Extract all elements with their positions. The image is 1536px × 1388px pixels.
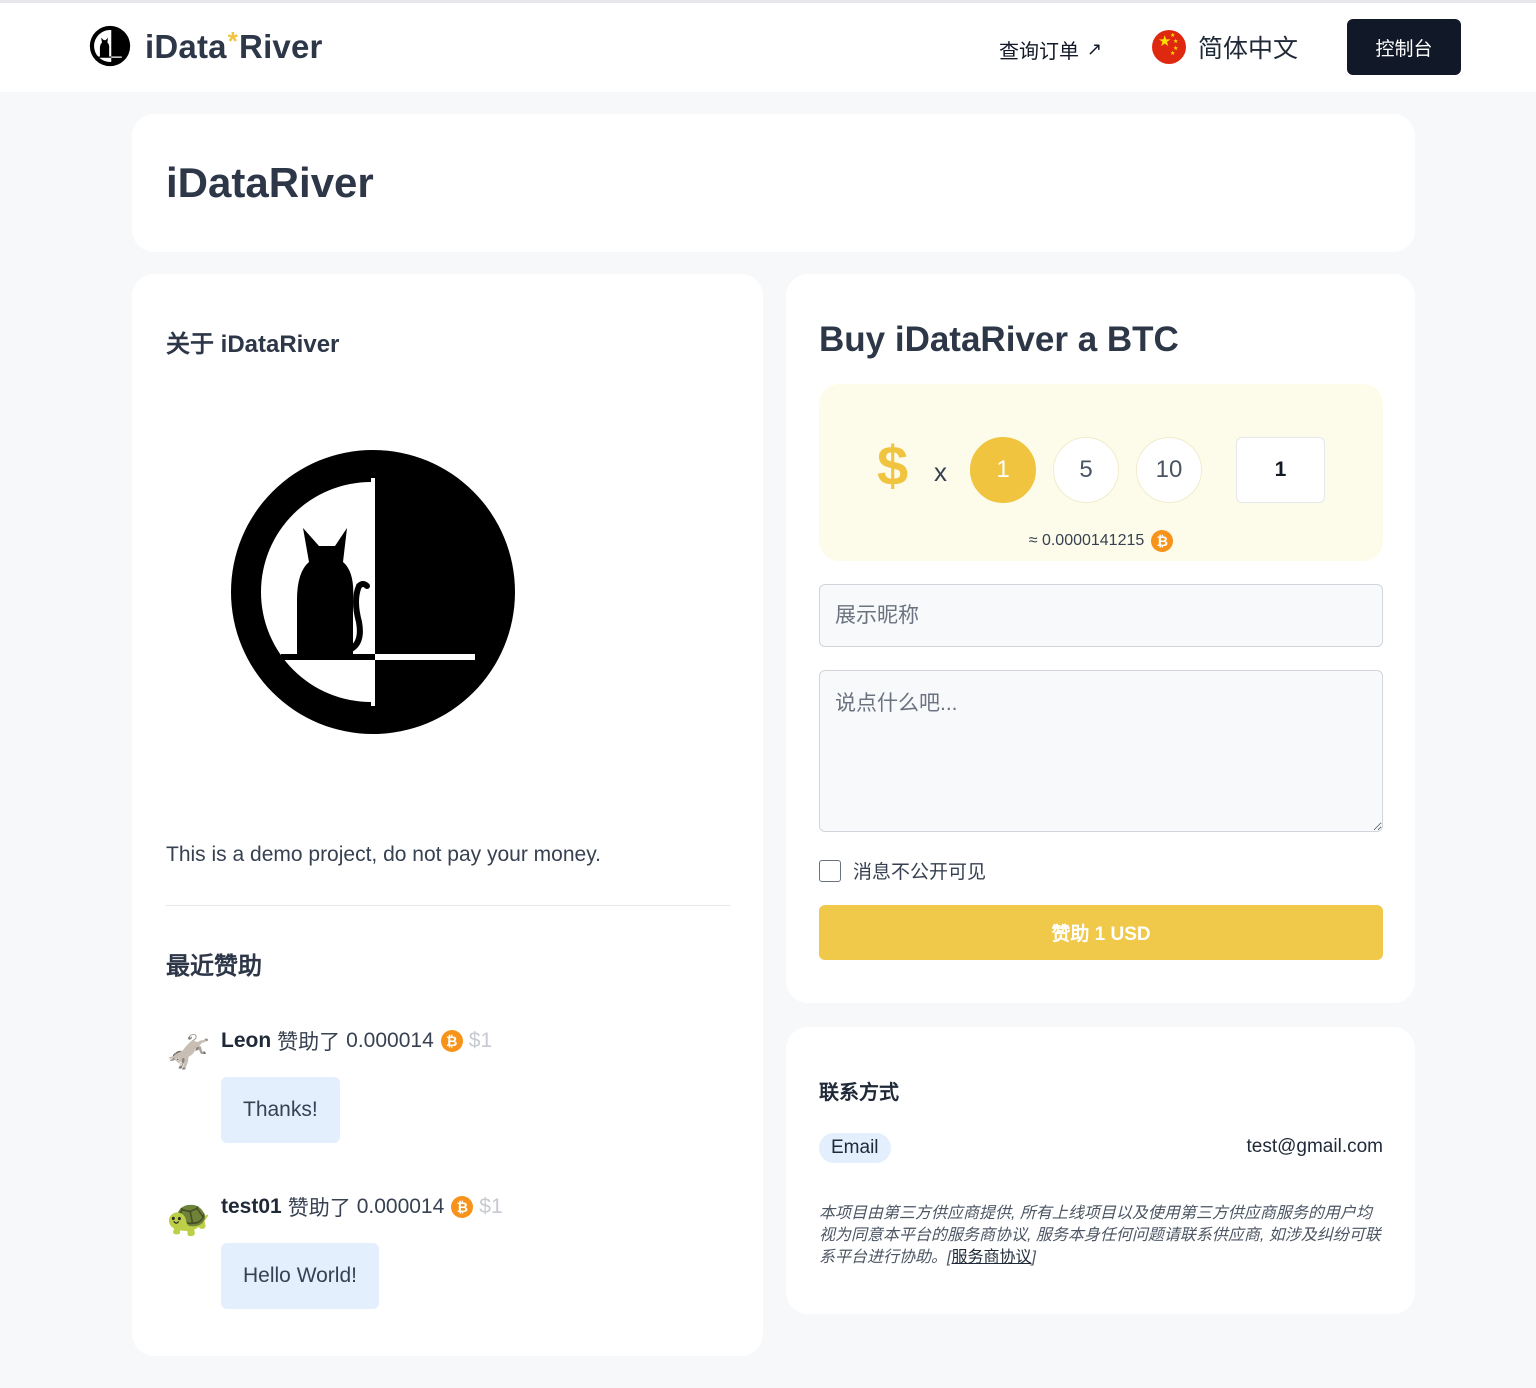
bitcoin-icon: ₿ <box>1151 530 1174 552</box>
sponsor-usd: $1 <box>479 1195 503 1218</box>
page-title: iDataRiver <box>166 159 374 206</box>
sponsor-amount: 0.000014 <box>346 1029 434 1052</box>
about-description: This is a demo project, do not pay your … <box>166 843 601 866</box>
china-flag-icon: ★ ★ ★ ★ ★ <box>1152 30 1186 64</box>
btc-estimate-value: ≈ 0.0000141215 <box>1028 532 1145 549</box>
service-agreement-link[interactable]: 服务商协议 <box>951 1249 1031 1266</box>
console-button[interactable]: 控制台 <box>1347 19 1461 75</box>
contact-title: 联系方式 <box>819 1082 899 1104</box>
external-arrow-icon: ↗ <box>1087 39 1103 59</box>
agreement-bracket-close: ] <box>1031 1249 1036 1266</box>
message-input[interactable] <box>819 670 1383 832</box>
private-checkbox[interactable]: 消息不公开可见 <box>819 857 986 884</box>
divider <box>166 905 730 906</box>
about-card: 关于 iDataRiver This is a demo project, do… <box>132 274 763 1356</box>
sponsor-message: Hello World! <box>221 1243 379 1309</box>
sponsor-name: Leon <box>221 1029 272 1052</box>
sponsor-amount: 0.000014 <box>356 1195 445 1218</box>
preset-10-button[interactable]: 10 <box>1136 437 1202 503</box>
nickname-input[interactable] <box>819 584 1383 647</box>
sponsor-line: test01 赞助了 0.000014 ₿ $1 <box>221 1192 503 1222</box>
sponsor-usd: $1 <box>468 1029 493 1052</box>
email-value[interactable]: test@gmail.com <box>1247 1136 1384 1158</box>
multiply-sign: x <box>934 457 947 487</box>
turtle-avatar-icon: 🐢 <box>166 1197 211 1238</box>
disclaimer: 本项目由第三方供应商提供, 所有上线项目以及使用第三方供应商服务的用户均视为同意… <box>819 1203 1383 1269</box>
quantity-input[interactable] <box>1236 437 1325 503</box>
disclaimer-text: 本项目由第三方供应商提供, 所有上线项目以及使用第三方供应商服务的用户均视为同意… <box>819 1205 1381 1266</box>
buy-title: Buy iDataRiver a BTC <box>819 320 1179 359</box>
bitcoin-icon: ₿ <box>451 1196 474 1218</box>
sponsor-name: test01 <box>221 1195 282 1218</box>
private-label: 消息不公开可见 <box>853 862 987 883</box>
sponsor-action: 赞助了 <box>277 1031 341 1054</box>
sponsor-line: Leon 赞助了 0.000014 ₿ $1 <box>221 1026 492 1056</box>
checkbox-icon[interactable] <box>819 859 841 882</box>
preset-1-button[interactable]: 1 <box>970 437 1036 503</box>
sponsor-submit-button[interactable]: 赞助 1 USD <box>819 905 1383 960</box>
language-switcher[interactable]: ★ ★ ★ ★ ★ 简体中文 <box>1152 29 1298 65</box>
creator-avatar <box>231 450 515 734</box>
language-label: 简体中文 <box>1198 35 1299 63</box>
sponsor-action: 赞助了 <box>287 1197 351 1220</box>
orders-link[interactable]: 查询订单 ↗ <box>999 35 1102 64</box>
sponsor-message: Thanks! <box>221 1077 340 1143</box>
title-card: iDataRiver <box>132 114 1415 252</box>
recent-sponsors-title: 最近赞助 <box>166 953 262 980</box>
brand[interactable]: iData*River <box>89 25 323 67</box>
top-nav: iData*River 查询订单 ↗ ★ ★ ★ ★ ★ 简体中文 控制台 <box>0 3 1536 92</box>
buy-card: Buy iDataRiver a BTC $ x 1 5 10 ≈ 0.0000… <box>786 274 1415 1003</box>
preset-5-button[interactable]: 5 <box>1053 437 1119 503</box>
dollar-icon: $ <box>877 434 909 497</box>
cat-moon-logo-icon <box>89 25 131 67</box>
email-badge: Email <box>819 1133 891 1163</box>
amount-panel: $ x 1 5 10 ≈ 0.0000141215 ₿ <box>819 384 1383 561</box>
btc-estimate: ≈ 0.0000141215 ₿ <box>819 530 1383 552</box>
contact-card: 联系方式 Email test@gmail.com 本项目由第三方供应商提供, … <box>786 1027 1415 1314</box>
bitcoin-icon: ₿ <box>440 1030 463 1052</box>
about-title: 关于 iDataRiver <box>166 331 340 358</box>
donkey-avatar-icon: 🫏 <box>166 1031 211 1072</box>
brand-name: iData*River <box>145 26 323 65</box>
orders-link-label: 查询订单 <box>999 41 1079 63</box>
